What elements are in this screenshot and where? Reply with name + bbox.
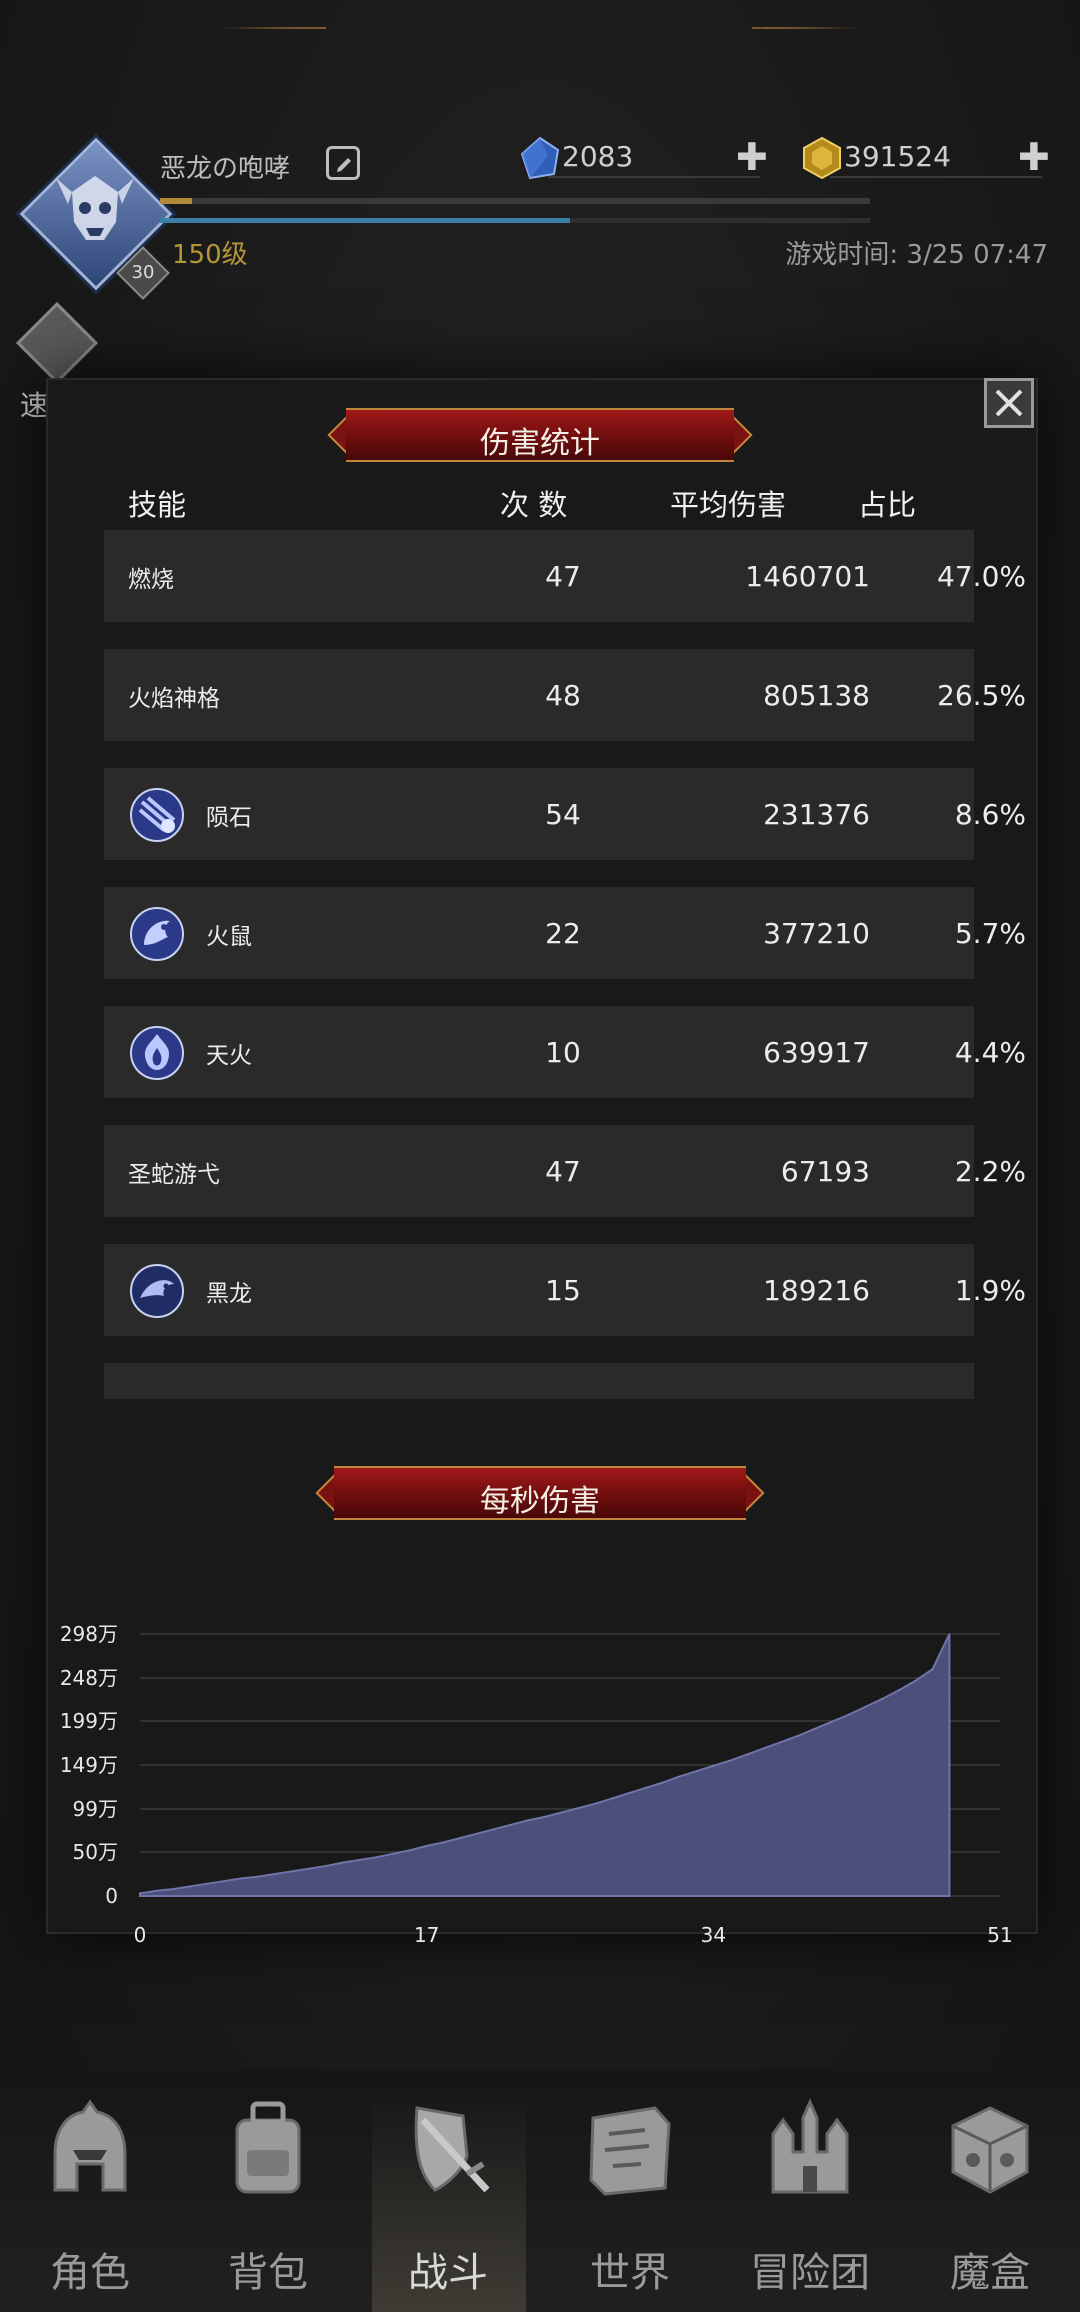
y-tick-label: 199万 bbox=[60, 1709, 118, 1733]
dps-point bbox=[341, 1862, 343, 1864]
dps-point bbox=[190, 1885, 192, 1887]
dps-point bbox=[443, 1841, 445, 1843]
dps-point bbox=[763, 1747, 765, 1749]
dps-point bbox=[746, 1753, 748, 1755]
dps-point bbox=[426, 1845, 428, 1847]
dps-point bbox=[375, 1856, 377, 1858]
dps-point bbox=[173, 1888, 175, 1890]
y-tick-label: 99万 bbox=[73, 1797, 118, 1821]
dps-point bbox=[223, 1880, 225, 1882]
dps-point bbox=[645, 1787, 647, 1789]
dps-point bbox=[240, 1877, 242, 1879]
nav-item-world[interactable]: 世界 bbox=[540, 2080, 720, 2312]
nav-item-character[interactable]: 角色 bbox=[0, 2080, 180, 2312]
dps-point bbox=[695, 1770, 697, 1772]
x-tick-label: 34 bbox=[701, 1923, 726, 1947]
nav-label: 战斗 bbox=[408, 2250, 488, 2296]
dps-point bbox=[881, 1698, 883, 1700]
dps-point bbox=[814, 1728, 816, 1730]
magic-box-icon bbox=[951, 2106, 1029, 2194]
dps-point bbox=[898, 1689, 900, 1691]
nav-item-battle[interactable]: 战斗 bbox=[358, 2080, 538, 2312]
nav-item-magic-box[interactable]: 魔盒 bbox=[900, 2080, 1080, 2312]
dps-point bbox=[780, 1741, 782, 1743]
y-tick-label: 50万 bbox=[73, 1840, 118, 1864]
dps-point bbox=[932, 1668, 934, 1670]
dps-point bbox=[291, 1870, 293, 1872]
dps-point bbox=[324, 1865, 326, 1867]
dps-point bbox=[864, 1706, 866, 1708]
dps-point bbox=[628, 1792, 630, 1794]
x-tick-label: 51 bbox=[987, 1923, 1012, 1947]
backpack-icon bbox=[235, 2101, 301, 2194]
nav-label: 角色 bbox=[50, 2250, 130, 2296]
dps-point bbox=[358, 1859, 360, 1861]
dps-point bbox=[459, 1837, 461, 1839]
x-tick-label: 0 bbox=[134, 1923, 147, 1947]
dps-point bbox=[662, 1782, 664, 1784]
dps-point bbox=[392, 1853, 394, 1855]
dps-point bbox=[712, 1765, 714, 1767]
dps-point bbox=[797, 1735, 799, 1737]
nav-item-adventure-team[interactable]: 冒险团 bbox=[720, 2080, 900, 2312]
nav-label: 冒险团 bbox=[750, 2250, 870, 2296]
dps-point bbox=[577, 1807, 579, 1809]
nav-label: 背包 bbox=[228, 2250, 308, 2296]
dps-point bbox=[308, 1868, 310, 1870]
dps-point bbox=[847, 1714, 849, 1716]
dps-point bbox=[679, 1775, 681, 1777]
dps-point bbox=[156, 1890, 158, 1892]
helmet-icon bbox=[53, 2099, 127, 2192]
x-tick-label: 17 bbox=[414, 1923, 439, 1947]
nav-label: 魔盒 bbox=[950, 2250, 1030, 2296]
dps-point bbox=[830, 1721, 832, 1723]
dps-point bbox=[493, 1828, 495, 1830]
dps-point bbox=[948, 1633, 950, 1635]
dps-point bbox=[594, 1803, 596, 1805]
nav-label: 世界 bbox=[590, 2250, 670, 2296]
dps-point bbox=[476, 1833, 478, 1835]
dps-point bbox=[527, 1819, 529, 1821]
dps-point bbox=[139, 1892, 141, 1894]
castle-icon bbox=[771, 2098, 849, 2194]
dps-point bbox=[729, 1760, 731, 1762]
dps-point bbox=[274, 1873, 276, 1875]
dps-point bbox=[409, 1849, 411, 1851]
dps-point bbox=[257, 1876, 259, 1878]
dps-chart: 0 50万 99万 149万 199万 248万 298万 0 17 34 51 bbox=[60, 1622, 1013, 1947]
y-tick-label: 149万 bbox=[60, 1753, 118, 1777]
dps-point bbox=[915, 1680, 917, 1682]
dps-point bbox=[611, 1797, 613, 1799]
nav-item-backpack[interactable]: 背包 bbox=[178, 2080, 358, 2312]
dps-point bbox=[510, 1824, 512, 1826]
dps-point bbox=[206, 1883, 208, 1885]
y-tick-label: 248万 bbox=[60, 1666, 118, 1690]
dps-point bbox=[544, 1816, 546, 1818]
y-tick-label: 298万 bbox=[60, 1622, 118, 1646]
map-scroll-icon bbox=[589, 2106, 671, 2196]
y-tick-label: 0 bbox=[105, 1884, 118, 1908]
dps-point bbox=[561, 1811, 563, 1813]
sword-shield-icon bbox=[414, 2106, 490, 2193]
